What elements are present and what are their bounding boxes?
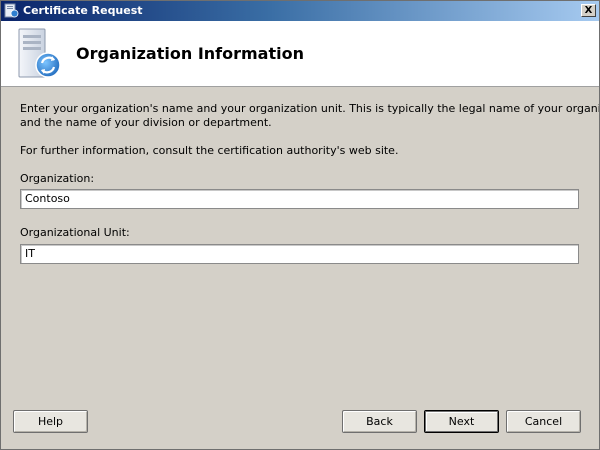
description-line-2: and the name of your division or departm… [20,116,272,129]
back-button[interactable]: Back [342,410,417,433]
info-text: For further information, consult the cer… [20,144,399,157]
wizard-header: Organization Information [1,21,599,87]
help-button[interactable]: Help [13,410,88,433]
title-bar[interactable]: Certificate Request X [1,1,599,21]
certificate-app-icon [4,3,19,18]
page-title: Organization Information [76,44,304,63]
cancel-button[interactable]: Cancel [506,410,581,433]
window-title: Certificate Request [23,4,143,17]
description-line-1: Enter your organization's name and your … [20,102,600,115]
certificate-server-icon [18,28,61,78]
unit-label: Organizational Unit: [20,226,130,239]
organizational-unit-field[interactable]: IT [20,244,579,264]
organization-label: Organization: [20,172,95,185]
next-button[interactable]: Next [424,410,499,433]
organization-field[interactable]: Contoso [20,189,579,209]
close-button[interactable]: X [581,4,596,17]
certificate-request-dialog: Certificate Request X Organization Infor… [0,0,600,450]
